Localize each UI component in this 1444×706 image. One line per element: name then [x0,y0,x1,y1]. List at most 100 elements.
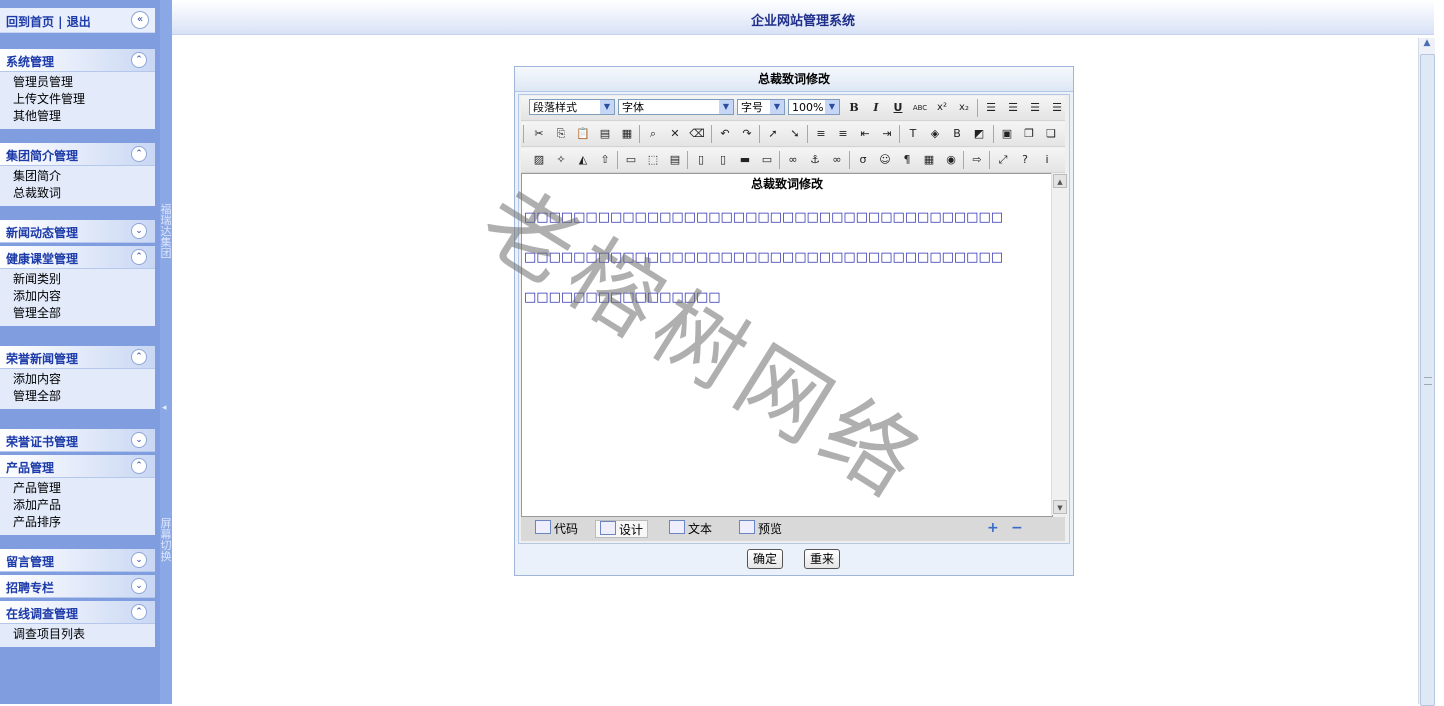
globe-icon[interactable]: ◉ [943,152,959,168]
chevron-up-icon[interactable]: ⌃ [131,349,147,365]
scroll-up-icon[interactable]: ▲ [1419,38,1435,52]
help-icon[interactable]: ? [1017,152,1033,168]
menu-group-header[interactable]: 招聘专栏 ⌄ [0,575,155,598]
editor-scrollbar[interactable]: ▲ ▼ [1051,173,1068,515]
align-center-icon[interactable]: ☰ [1005,100,1021,116]
export-icon[interactable]: ⇨ [969,152,985,168]
page-icon[interactable]: ▯ [715,152,731,168]
undo-icon[interactable]: ↶ [717,126,733,142]
special-char-icon[interactable]: σ [855,152,871,168]
indent-icon[interactable]: ⇥ [879,126,895,142]
menu-item[interactable]: 添加产品 [0,497,155,514]
menu-item[interactable]: 上传文件管理 [0,91,155,108]
chevron-up-icon[interactable]: ⌃ [131,458,147,474]
chevron-down-icon[interactable]: ⌄ [131,432,147,448]
marquee-icon[interactable]: ▯ [693,152,709,168]
text-color-icon[interactable]: T [905,126,921,142]
menu-item[interactable]: 管理员管理 [0,74,155,91]
menu-item[interactable]: 调查项目列表 [0,626,155,643]
cut-icon[interactable]: ✂ [531,126,547,142]
emoticon-icon[interactable]: ☺ [877,152,893,168]
menu-item[interactable]: 添加内容 [0,288,155,305]
info-icon[interactable]: i [1039,152,1055,168]
upload-icon[interactable]: ⇧ [597,152,613,168]
chevron-up-icon[interactable]: ⌃ [131,604,147,620]
layer-front-icon[interactable]: ❏ [1043,126,1059,142]
menu-item[interactable]: 产品排序 [0,514,155,531]
menu-group-header[interactable]: 系统管理 ⌃ [0,49,155,72]
chevron-down-icon[interactable]: ⌄ [131,223,147,239]
menu-item[interactable]: 管理全部 [0,388,155,405]
scroll-down-icon[interactable]: ▼ [1053,500,1067,514]
strikethrough-icon[interactable]: ABC [912,100,928,116]
chevron-double-left-icon[interactable]: « [131,11,149,29]
background-color-icon[interactable]: B [949,126,965,142]
menu-group-header[interactable]: 集团简介管理 ⌃ [0,143,155,166]
menu-item[interactable]: 集团简介 [0,168,155,185]
fieldset-icon[interactable]: ⬚ [645,152,661,168]
unlink-icon[interactable]: ∞ [829,152,845,168]
align-left-icon[interactable]: ☰ [983,100,999,116]
paste-word-icon[interactable]: ▦ [619,126,635,142]
anchor-icon[interactable]: ⚓ [807,152,823,168]
chevron-up-icon[interactable]: ⌃ [131,146,147,162]
italic-icon[interactable]: I [868,100,884,116]
page-scrollbar[interactable]: ▲ [1418,38,1435,706]
scroll-up-icon[interactable]: ▲ [1053,174,1067,188]
tab-design[interactable]: 设计 [595,520,649,538]
subscript-icon[interactable]: x₂ [956,100,972,116]
superscript-icon[interactable]: x² [934,100,950,116]
remove-format-icon[interactable]: ◩ [971,126,987,142]
iframe-icon[interactable]: ▤ [667,152,683,168]
paste-text-icon[interactable]: ▤ [597,126,613,142]
font-select[interactable]: 字体 ▼ [618,99,734,115]
menu-group-header[interactable]: 在线调查管理 ⌃ [0,601,155,624]
confirm-button[interactable]: 确定 [747,549,784,569]
horizontal-rule-icon[interactable]: ▬ [737,152,753,168]
chevron-up-icon[interactable]: ⌃ [131,52,147,68]
outdent-icon[interactable]: ⇤ [857,126,873,142]
select-all-icon[interactable]: ➚ [765,126,781,142]
align-justify-icon[interactable]: ☰ [1049,100,1065,116]
frame-splitter[interactable]: 福瑞达集团 ◂ 屏幕切换 [160,0,172,704]
layer-icon[interactable]: ❐ [1021,126,1037,142]
menu-group-header[interactable]: 留言管理 ⌄ [0,549,155,572]
menu-item[interactable]: 新闻类别 [0,271,155,288]
paragraph-icon[interactable]: ¶ [899,152,915,168]
align-right-icon[interactable]: ☰ [1027,100,1043,116]
zoom-out-icon[interactable]: − [1011,521,1023,535]
paragraph-style-select[interactable]: 段落样式 ▼ [529,99,615,115]
zoom-in-icon[interactable]: + [987,521,999,535]
eraser-icon[interactable]: ⌫ [689,126,705,142]
tab-text[interactable]: 文本 [665,520,716,538]
delete-icon[interactable]: ✕ [667,126,683,142]
menu-item[interactable]: 总裁致词 [0,185,155,202]
fill-color-icon[interactable]: ◈ [927,126,943,142]
menu-group-header[interactable]: 荣誉证书管理 ⌄ [0,429,155,452]
date-icon[interactable]: ▦ [921,152,937,168]
bold-icon[interactable]: B [846,100,862,116]
copy-icon[interactable]: ⎘ [553,126,569,142]
tab-code[interactable]: 代码 [531,520,582,538]
zoom-select[interactable]: 100% ▼ [788,99,840,115]
menu-item[interactable]: 其他管理 [0,108,155,125]
underline-icon[interactable]: U [890,100,906,116]
paste-icon[interactable]: 📋 [575,126,591,142]
triangle-left-icon[interactable]: ◂ [162,403,167,413]
menu-group-header[interactable]: 新闻动态管理 ⌄ [0,220,155,243]
redo-icon[interactable]: ↷ [739,126,755,142]
unordered-list-icon[interactable]: ≡ [835,126,851,142]
menu-group-header[interactable]: 荣誉新闻管理 ⌃ [0,346,155,369]
reset-button[interactable]: 重来 [804,549,841,569]
scroll-thumb[interactable] [1420,54,1435,706]
menu-item[interactable]: 产品管理 [0,480,155,497]
unselect-icon[interactable]: ➘ [787,126,803,142]
link-icon[interactable]: ∞ [785,152,801,168]
font-size-select[interactable]: 字号 ▼ [737,99,785,115]
home-logout-links[interactable]: 回到首页 | 退出 [6,13,91,30]
find-icon[interactable]: ⌕ [645,126,661,142]
menu-item[interactable]: 管理全部 [0,305,155,322]
ordered-list-icon[interactable]: ≡ [813,126,829,142]
chevron-up-icon[interactable]: ⌃ [131,249,147,265]
media-icon[interactable]: ◭ [575,152,591,168]
